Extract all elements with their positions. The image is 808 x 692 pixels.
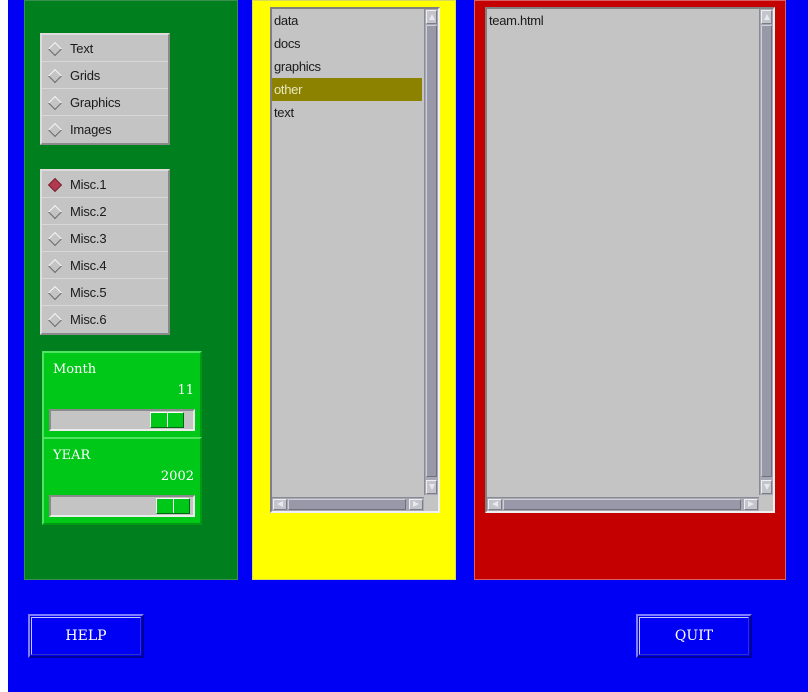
radio-label: Misc.3	[70, 230, 107, 246]
year-scale-title: YEAR	[53, 448, 91, 463]
radio-diamond-icon	[48, 286, 61, 299]
month-scale: Month 11	[42, 351, 202, 439]
misc-radio-group: Misc.1 Misc.2 Misc.3 Misc.4 Misc.5 Misc.…	[40, 169, 170, 335]
directory-list: data docs graphics other text	[272, 9, 422, 495]
radio-text[interactable]: Text	[42, 35, 168, 62]
radio-misc-6[interactable]: Misc.6	[42, 306, 168, 333]
radio-diamond-icon	[48, 96, 61, 109]
scroll-down-arrow-icon[interactable]	[426, 480, 437, 494]
file-listbox: team.html	[485, 7, 775, 513]
scrollbar-thumb[interactable]	[503, 499, 741, 510]
file-list-item[interactable]: team.html	[487, 9, 757, 32]
radio-label: Misc.6	[70, 312, 107, 327]
radio-grids[interactable]: Grids	[42, 62, 168, 89]
help-button-label: HELP	[65, 628, 107, 644]
radio-misc-3[interactable]: Misc.3	[42, 225, 168, 252]
quit-button[interactable]: QUIT	[636, 614, 752, 658]
radio-misc-5[interactable]: Misc.5	[42, 279, 168, 306]
directory-vertical-scrollbar[interactable]	[424, 9, 438, 495]
scroll-up-arrow-icon[interactable]	[761, 10, 772, 24]
radio-misc-1[interactable]: Misc.1	[42, 171, 168, 198]
scroll-left-arrow-icon[interactable]	[273, 499, 287, 510]
month-scale-title: Month	[53, 362, 97, 377]
scroll-left-arrow-icon[interactable]	[488, 499, 502, 510]
month-scale-trough[interactable]	[49, 409, 195, 431]
directory-list-item[interactable]: docs	[272, 32, 422, 55]
scroll-right-arrow-icon[interactable]	[744, 499, 758, 510]
radio-label: Misc.1	[70, 176, 107, 192]
radio-label: Grids	[70, 67, 101, 83]
scroll-down-arrow-icon[interactable]	[761, 480, 772, 494]
radio-label: Misc.4	[70, 257, 107, 273]
category-radio-group: Text Grids Graphics Images	[40, 33, 170, 145]
directory-list-item[interactable]: text	[272, 101, 422, 124]
radio-misc-4[interactable]: Misc.4	[42, 252, 168, 279]
directory-list-item[interactable]: data	[272, 9, 422, 32]
help-button[interactable]: HELP	[28, 614, 144, 658]
scrollbar-corner	[424, 497, 438, 511]
radio-diamond-icon	[48, 313, 61, 326]
directory-listbox: data docs graphics other text	[270, 7, 440, 513]
scrollbar-thumb[interactable]	[288, 499, 406, 510]
file-list: team.html	[487, 9, 757, 495]
radio-diamond-selected-icon	[48, 178, 61, 191]
radio-graphics[interactable]: Graphics	[42, 89, 168, 116]
radio-diamond-icon	[48, 232, 61, 245]
scroll-up-arrow-icon[interactable]	[426, 10, 437, 24]
radio-label: Images	[70, 122, 112, 137]
directory-list-item[interactable]: graphics	[272, 55, 422, 78]
radio-diamond-icon	[48, 42, 61, 55]
scrollbar-thumb[interactable]	[761, 25, 772, 477]
radio-diamond-icon	[48, 259, 61, 272]
year-slider-handle[interactable]	[155, 498, 190, 514]
radio-misc-2[interactable]: Misc.2	[42, 198, 168, 225]
directory-panel: data docs graphics other text	[252, 0, 456, 580]
file-vertical-scrollbar[interactable]	[759, 9, 773, 495]
radio-label: Misc.2	[70, 203, 107, 219]
radio-label: Text	[70, 40, 94, 56]
directory-horizontal-scrollbar[interactable]	[272, 497, 424, 511]
year-scale: YEAR 2002	[42, 437, 202, 525]
app-window: Text Grids Graphics Images Misc.1 Misc.2…	[8, 0, 808, 692]
quit-button-label: QUIT	[674, 628, 714, 644]
scrollbar-corner	[759, 497, 773, 511]
radio-label: Graphics	[70, 94, 121, 110]
month-slider-handle[interactable]	[149, 412, 184, 428]
radio-label: Misc.5	[70, 284, 107, 300]
radio-diamond-icon	[48, 69, 61, 82]
radio-diamond-icon	[48, 205, 61, 218]
file-panel: team.html	[474, 0, 786, 580]
scrollbar-thumb[interactable]	[426, 25, 437, 477]
file-horizontal-scrollbar[interactable]	[487, 497, 759, 511]
left-control-panel: Text Grids Graphics Images Misc.1 Misc.2…	[24, 0, 238, 580]
month-scale-value: 11	[177, 383, 194, 398]
scroll-right-arrow-icon[interactable]	[409, 499, 423, 510]
directory-list-item[interactable]: other	[272, 78, 422, 101]
radio-diamond-icon	[48, 123, 61, 136]
radio-images[interactable]: Images	[42, 116, 168, 143]
year-scale-trough[interactable]	[49, 495, 195, 517]
year-scale-value: 2002	[160, 469, 194, 484]
